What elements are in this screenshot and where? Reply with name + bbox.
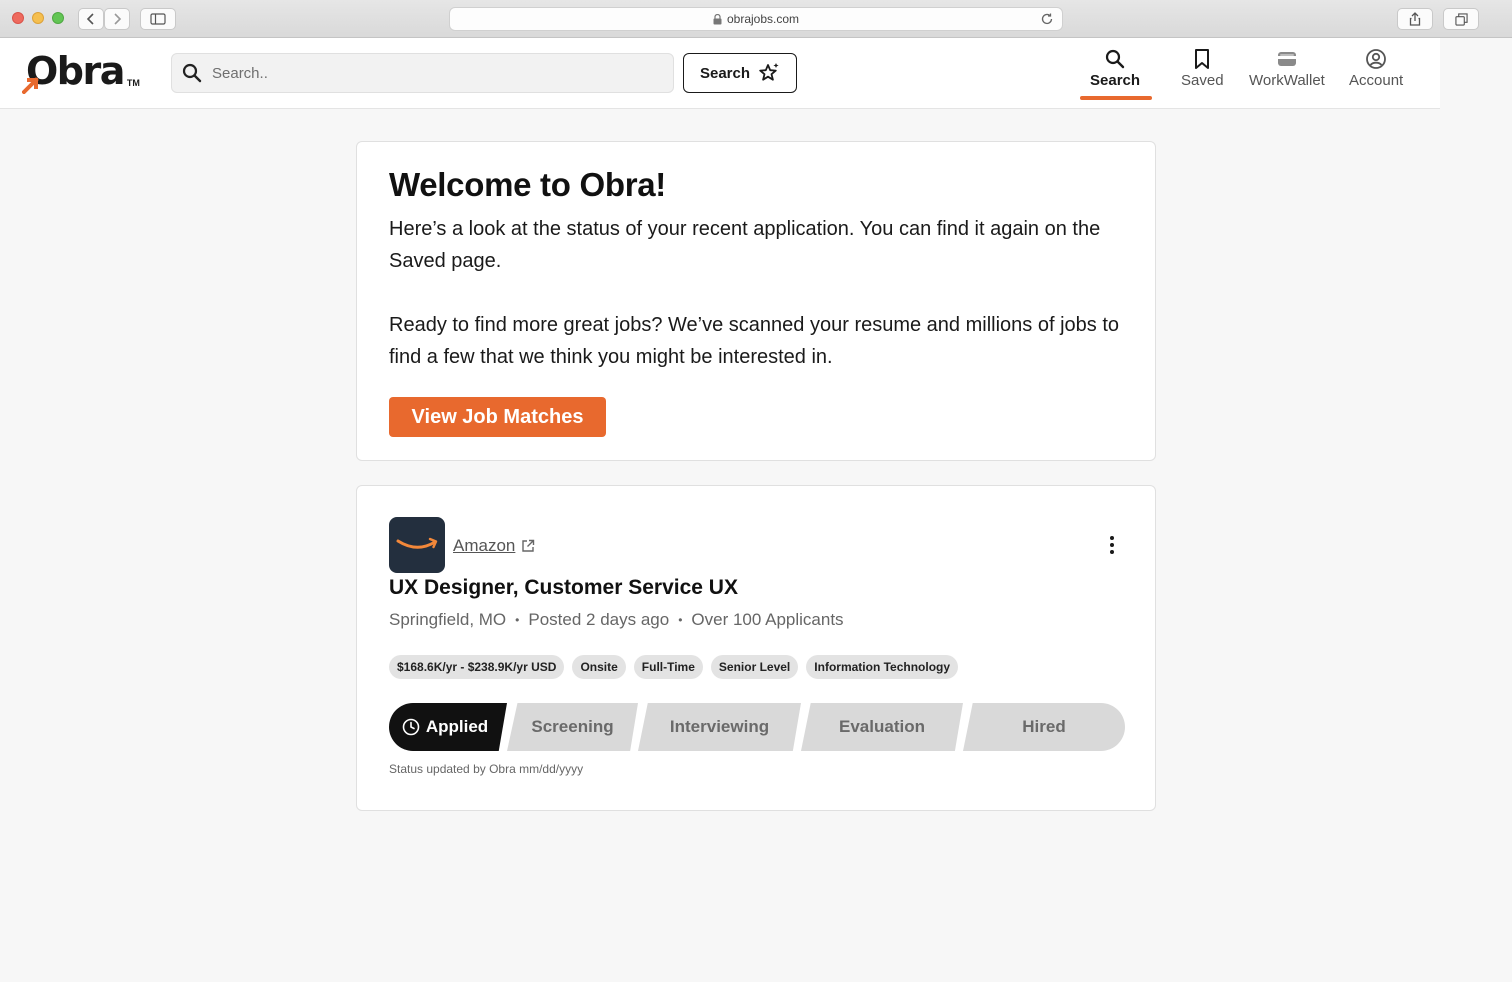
window-close-button[interactable] <box>12 12 24 24</box>
sidebar-toggle-button[interactable] <box>140 8 176 30</box>
tag-industry: Information Technology <box>806 655 959 679</box>
search-field-container <box>171 53 674 93</box>
amazon-smile-icon <box>396 537 438 549</box>
search-icon <box>1105 49 1125 69</box>
tabs-icon <box>1454 12 1468 26</box>
address-bar-url: obrajobs.com <box>726 12 800 26</box>
welcome-paragraph-matches: Ready to find more great jobs? We’ve sca… <box>389 314 1120 368</box>
sidebar-icon <box>150 13 166 25</box>
company-logo <box>389 517 445 573</box>
tag-seniority: Senior Level <box>710 655 799 679</box>
search-button[interactable]: Search <box>683 53 797 93</box>
job-meta: Springfield, MO • Posted 2 days ago • Ov… <box>389 610 844 630</box>
application-status-tracker: Applied Screening Interviewing Evaluatio… <box>389 703 1125 751</box>
meta-separator: • <box>515 613 520 627</box>
welcome-title: Welcome to Obra! <box>389 166 666 203</box>
nav-search-label: Search <box>1090 72 1141 89</box>
tag-workplace: Onsite <box>572 655 626 679</box>
stage-interviewing-label: Interviewing <box>669 717 770 736</box>
window-minimize-button[interactable] <box>32 12 44 24</box>
tag-salary: $168.6K/yr - $238.9K/yr USD <box>389 655 565 679</box>
tag-employment-type: Full-Time <box>633 655 703 679</box>
obra-logo[interactable]: Obra TM <box>22 52 140 94</box>
reload-icon[interactable] <box>1040 12 1054 29</box>
tabs-overview-button[interactable] <box>1443 8 1479 30</box>
address-bar[interactable]: obrajobs.com <box>449 7 1063 31</box>
stage-interviewing: Interviewing <box>638 703 801 751</box>
search-icon <box>182 63 202 83</box>
search-input[interactable] <box>212 64 652 82</box>
job-location: Springfield, MO <box>389 610 507 629</box>
wallet-icon <box>1277 52 1296 66</box>
company-name: Amazon <box>453 536 516 555</box>
chevron-left-icon <box>86 13 94 25</box>
nav-active-indicator <box>1080 96 1152 100</box>
meta-separator: • <box>678 613 683 627</box>
company-link[interactable]: Amazon <box>453 536 535 556</box>
nav-workwallet-label: WorkWallet <box>1249 72 1325 89</box>
stage-hired-label: Hired <box>1022 717 1066 736</box>
application-card: Amazon UX Designer, Customer Service UX … <box>356 485 1156 811</box>
account-icon <box>1366 49 1386 69</box>
logo-arrow-icon <box>22 77 39 94</box>
nav-saved-label: Saved <box>1181 72 1224 89</box>
nav-search[interactable]: Search <box>1090 48 1140 89</box>
stage-evaluation-label: Evaluation <box>839 717 925 736</box>
browser-toolbar: obrajobs.com <box>0 0 1512 38</box>
stage-applied: Applied <box>389 703 507 751</box>
stage-applied-label: Applied <box>425 717 489 736</box>
nav-account[interactable]: Account <box>1349 48 1403 89</box>
lock-icon <box>713 13 722 25</box>
share-button[interactable] <box>1397 8 1433 30</box>
bookmark-icon <box>1195 49 1210 69</box>
browser-forward-button[interactable] <box>104 8 130 30</box>
nav-account-label: Account <box>1349 72 1404 89</box>
welcome-card: Welcome to Obra! Here’s a look at the st… <box>356 141 1156 461</box>
stage-hired: Hired <box>963 703 1125 751</box>
job-posted: Posted 2 days ago <box>528 610 670 629</box>
window-zoom-button[interactable] <box>52 12 64 24</box>
search-button-label: Search <box>699 64 751 82</box>
external-link-icon <box>521 539 535 553</box>
nav-workwallet[interactable]: WorkWallet <box>1249 48 1325 89</box>
job-title[interactable]: UX Designer, Customer Service UX <box>389 576 738 600</box>
sparkle-star-icon <box>759 63 779 81</box>
nav-saved[interactable]: Saved <box>1181 48 1224 89</box>
view-job-matches-button[interactable]: View Job Matches <box>389 397 606 437</box>
share-icon <box>1409 12 1421 26</box>
welcome-paragraph-status: Here’s a look at the status of your rece… <box>389 218 1101 272</box>
more-options-icon[interactable] <box>1103 534 1121 556</box>
browser-back-button[interactable] <box>78 8 104 30</box>
clock-icon <box>402 718 420 736</box>
stage-screening-label: Screening <box>531 717 614 736</box>
job-tags: $168.6K/yr - $238.9K/yr USD Onsite Full-… <box>389 655 959 679</box>
chevron-right-icon <box>114 13 122 25</box>
stage-screening: Screening <box>507 703 638 751</box>
logo-trademark: TM <box>126 78 140 88</box>
app-header: Obra TM Search Search Saved WorkWallet A… <box>0 38 1440 109</box>
stage-evaluation: Evaluation <box>801 703 963 751</box>
job-applicants: Over 100 Applicants <box>691 610 844 629</box>
status-updated-note: Status updated by Obra mm/dd/yyyy <box>389 762 584 776</box>
